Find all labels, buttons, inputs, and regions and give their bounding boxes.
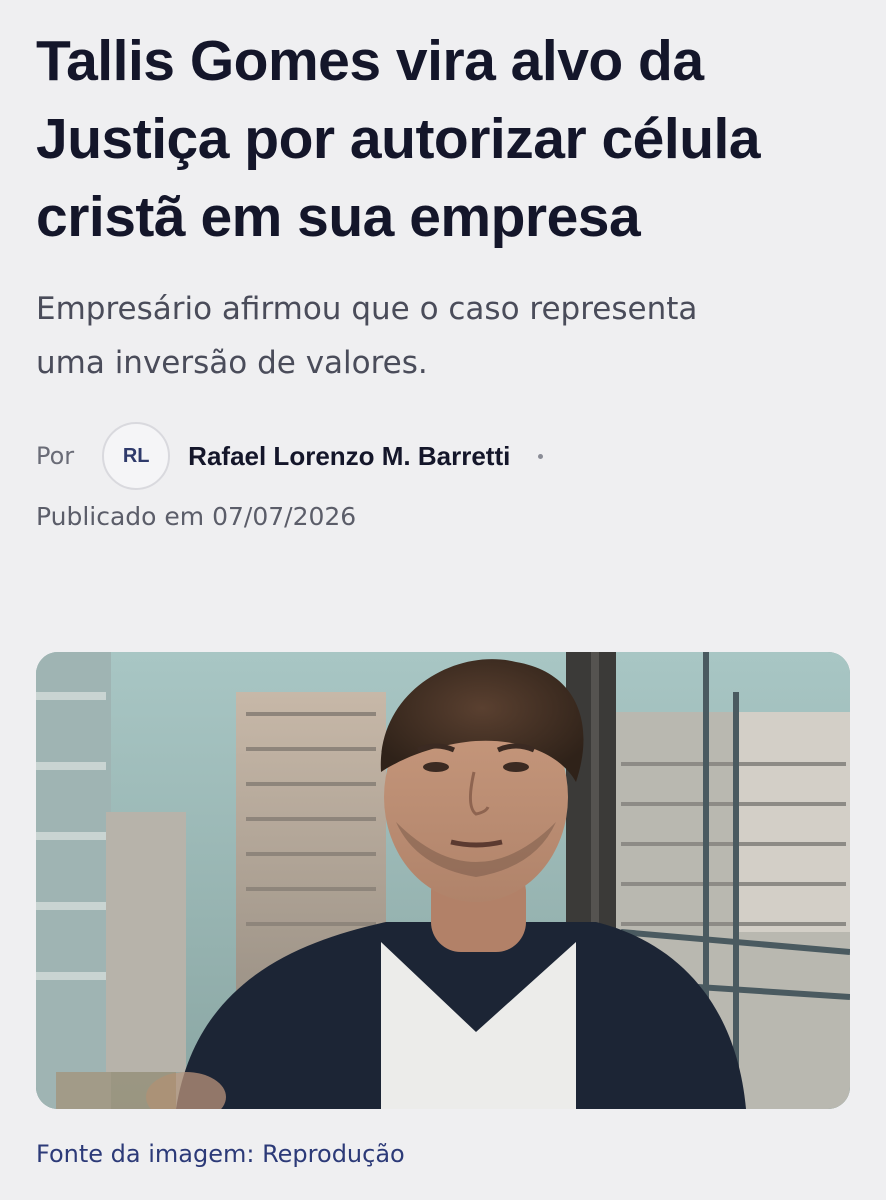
- separator-dot: [538, 453, 544, 459]
- published-date: Publicado em 07/07/2026: [36, 502, 357, 531]
- article-headline: Tallis Gomes vira alvo da Justiça por au…: [36, 22, 850, 256]
- article-subtitle: Empresário afirmou que o caso representa…: [36, 282, 826, 390]
- byline: Por RL Rafael Lorenzo M. Barretti: [36, 420, 850, 492]
- image-caption: Fonte da imagem: Reprodução: [36, 1140, 405, 1168]
- avatar-initials: RL: [122, 444, 150, 467]
- author-avatar[interactable]: RL: [102, 422, 171, 490]
- photo-illustration: [36, 652, 850, 1109]
- headline-line: cristã em sua empresa: [36, 185, 641, 249]
- headline-line: Tallis Gomes vira alvo da: [36, 29, 704, 93]
- headline-line: Justiça por autorizar célula: [36, 107, 761, 171]
- subtitle-line: Empresário afirmou que o caso representa: [36, 291, 698, 327]
- author-name-link[interactable]: Rafael Lorenzo M. Barretti: [188, 441, 510, 472]
- subtitle-line: uma inversão de valores.: [36, 345, 428, 381]
- article: Tallis Gomes vira alvo da Justiça por au…: [36, 22, 850, 531]
- article-photo[interactable]: [36, 652, 850, 1109]
- byline-prefix: Por: [36, 442, 75, 470]
